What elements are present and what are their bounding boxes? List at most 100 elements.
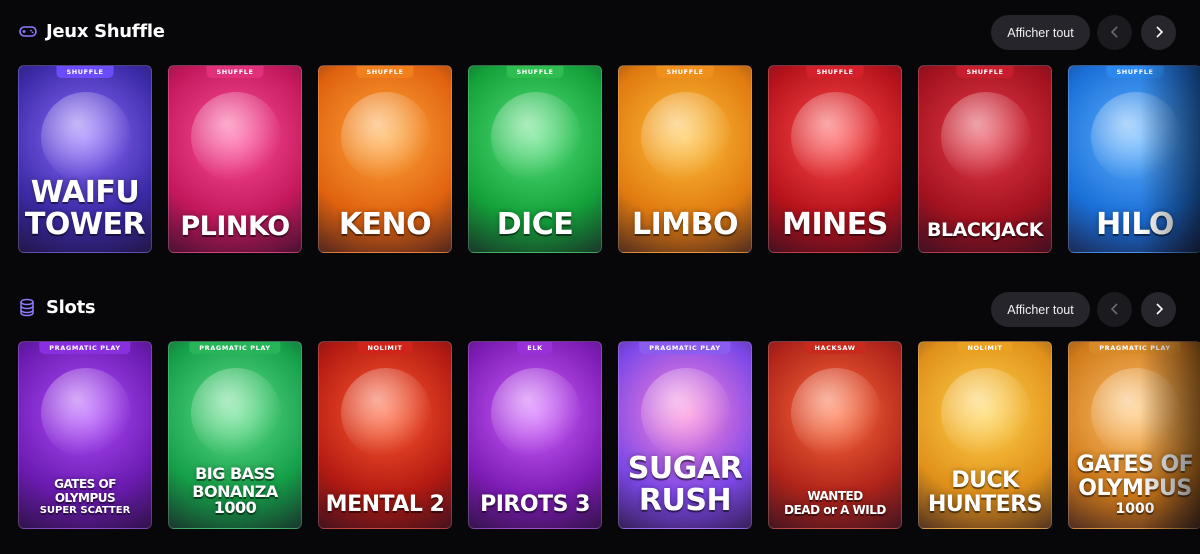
game-artwork — [1091, 92, 1181, 182]
game-title-line: DICE — [496, 207, 574, 242]
game-title-line: HUNTERS — [927, 492, 1043, 517]
chevron-left-icon — [1110, 23, 1120, 42]
game-title: WANTED DEAD or A WILD — [769, 490, 901, 516]
game-title-line: BONANZA 1000 — [192, 482, 278, 517]
game-title-line: SUGAR — [627, 451, 743, 486]
game-card[interactable]: PRAGMATIC PLAY SUGAR RUSH — [618, 341, 752, 529]
section-title: Slots — [46, 296, 96, 318]
provider-tag: PRAGMATIC PLAY — [39, 342, 131, 354]
provider-tag: NOLIMIT — [957, 342, 1013, 354]
game-title-line: DEAD or A WILD — [784, 503, 886, 517]
game-title: PLINKO — [169, 213, 301, 240]
game-card[interactable]: SHUFFLE BLACKJACK — [918, 65, 1052, 253]
section-header: Jeux Shuffle — [18, 20, 165, 42]
game-artwork — [41, 92, 131, 182]
provider-tag: SHUFFLE — [56, 66, 114, 78]
game-title: DICE — [469, 210, 601, 240]
game-title: WAIFU TOWER — [19, 178, 151, 240]
game-artwork — [791, 368, 881, 458]
game-artwork — [191, 92, 281, 182]
game-title: DUCK HUNTERS — [919, 470, 1051, 516]
game-artwork — [491, 92, 581, 182]
game-artwork — [941, 92, 1031, 182]
game-card[interactable]: NOLIMIT MENTAL 2 — [318, 341, 452, 529]
game-title: GATES OF OLYMPUS SUPER SCATTER — [19, 478, 151, 516]
provider-tag: ELK — [517, 342, 553, 354]
game-card[interactable]: NOLIMIT DUCK HUNTERS — [918, 341, 1052, 529]
game-card[interactable]: PRAGMATIC PLAY GATES OF OLYMPUS 1000 — [1068, 341, 1200, 529]
game-carousel: PRAGMATIC PLAY GATES OF OLYMPUS SUPER SCATT… — [18, 341, 1200, 531]
game-artwork — [41, 368, 131, 458]
game-card[interactable]: HACKSAW WANTED DEAD or A WILD — [768, 341, 902, 529]
game-title-line: TOWER — [24, 207, 146, 242]
game-artwork — [341, 92, 431, 182]
provider-tag: SHUFFLE — [506, 66, 564, 78]
chevron-left-icon — [1110, 300, 1120, 319]
game-card[interactable]: SHUFFLE WAIFU TOWER — [18, 65, 152, 253]
game-title: MENTAL 2 — [319, 494, 451, 516]
game-title-line: WANTED — [807, 489, 863, 503]
provider-tag: PRAGMATIC PLAY — [639, 342, 731, 354]
coins-icon — [18, 297, 38, 317]
game-artwork — [1091, 368, 1181, 458]
provider-tag: SHUFFLE — [656, 66, 714, 78]
game-title-subline: SUPER SCATTER — [39, 505, 131, 516]
game-title: KENO — [319, 210, 451, 240]
game-title-line: OLYMPUS — [1078, 476, 1192, 501]
section-title: Jeux Shuffle — [46, 20, 165, 42]
game-card[interactable]: SHUFFLE KENO — [318, 65, 452, 253]
game-artwork — [491, 368, 581, 458]
game-card[interactable]: SHUFFLE MINES — [768, 65, 902, 253]
game-title-line: PIROTS 3 — [480, 492, 590, 517]
game-title-line: MENTAL 2 — [325, 492, 445, 517]
section-shuffle-games: Jeux Shuffle Afficher tout SHUFFLE WAIFU T… — [0, 0, 1200, 260]
game-artwork — [791, 92, 881, 182]
provider-tag: SHUFFLE — [356, 66, 414, 78]
game-card[interactable]: ELK PIROTS 3 — [468, 341, 602, 529]
game-title-line: LIMBO — [631, 207, 739, 242]
provider-tag: PRAGMATIC PLAY — [1089, 342, 1181, 354]
see-all-button[interactable]: Afficher tout — [991, 292, 1090, 327]
game-artwork — [341, 368, 431, 458]
next-arrow-button[interactable] — [1141, 292, 1176, 327]
prev-arrow-button[interactable] — [1097, 292, 1132, 327]
game-title: BLACKJACK — [919, 221, 1051, 240]
game-title-line: WAIFU — [30, 175, 140, 210]
section-header: Slots — [18, 296, 96, 318]
game-title-line: KENO — [338, 207, 432, 242]
provider-tag: SHUFFLE — [956, 66, 1014, 78]
game-title-line: BIG BASS — [195, 464, 275, 483]
game-card[interactable]: SHUFFLE LIMBO — [618, 65, 752, 253]
game-carousel: SHUFFLE WAIFU TOWER SHUFFLE PLINKO SHUFFLE KEN… — [18, 65, 1200, 255]
game-title: HILO — [1069, 210, 1200, 240]
game-title: SUGAR RUSH — [619, 454, 751, 516]
game-title: PIROTS 3 — [469, 494, 601, 516]
gamepad-icon — [18, 21, 38, 41]
game-artwork — [941, 368, 1031, 458]
provider-tag: HACKSAW — [804, 342, 866, 354]
game-title: GATES OF OLYMPUS 1000 — [1069, 452, 1200, 517]
prev-arrow-button[interactable] — [1097, 15, 1132, 50]
provider-tag: SHUFFLE — [1106, 66, 1164, 78]
game-card[interactable]: SHUFFLE HILO — [1068, 65, 1200, 253]
game-card[interactable]: SHUFFLE PLINKO — [168, 65, 302, 253]
provider-tag: SHUFFLE — [806, 66, 864, 78]
game-title: BIG BASS BONANZA 1000 — [169, 466, 301, 516]
game-card[interactable]: PRAGMATIC PLAY GATES OF OLYMPUS SUPER SCATT… — [18, 341, 152, 529]
game-title: MINES — [769, 210, 901, 240]
game-artwork — [191, 368, 281, 458]
game-title: LIMBO — [619, 210, 751, 240]
see-all-button[interactable]: Afficher tout — [991, 15, 1090, 50]
game-title-line: PLINKO — [180, 211, 290, 242]
provider-tag: SHUFFLE — [206, 66, 264, 78]
provider-tag: PRAGMATIC PLAY — [189, 342, 281, 354]
next-arrow-button[interactable] — [1141, 15, 1176, 50]
game-title-line: RUSH — [638, 483, 732, 518]
game-title-line: BLACKJACK — [927, 219, 1043, 241]
game-title-line: GATES OF — [1076, 452, 1194, 477]
game-card[interactable]: PRAGMATIC PLAY BIG BASS BONANZA 1000 — [168, 341, 302, 529]
game-artwork — [641, 368, 731, 458]
game-card[interactable]: SHUFFLE DICE — [468, 65, 602, 253]
game-title-line: DUCK — [951, 468, 1019, 493]
chevron-right-icon — [1154, 300, 1164, 319]
